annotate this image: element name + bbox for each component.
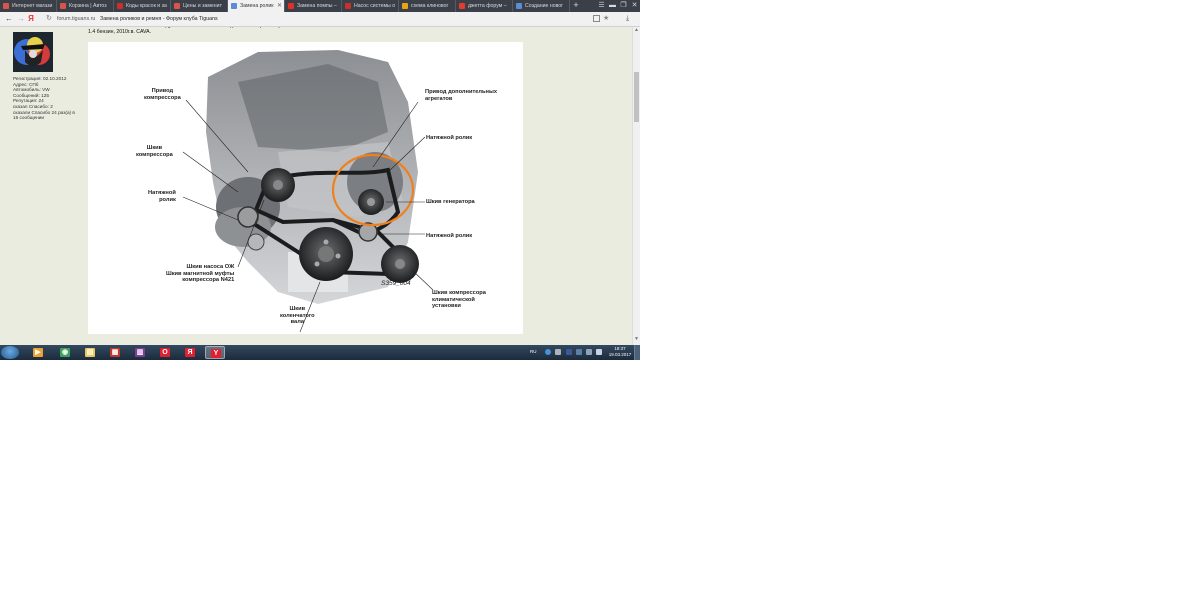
taskbar-app-media[interactable]: ▶ <box>28 346 48 359</box>
yandex-2-icon: Y <box>211 349 221 358</box>
engine-belt-diagram: Привод компрессора Привод дополнительных а… <box>88 42 523 334</box>
close-tab-icon[interactable]: ✕ <box>277 0 282 12</box>
label-generator-pulley: Шкив генератора <box>426 199 475 205</box>
tray-app-icon[interactable] <box>555 349 561 355</box>
bookmark-star-icon[interactable]: ★ <box>603 13 609 25</box>
taskbar-app-yandex-1[interactable]: Я <box>180 346 200 359</box>
tab-favicon-icon <box>459 3 465 9</box>
opera-icon: O <box>160 348 170 357</box>
taskbar-app-opera[interactable]: O <box>155 346 175 359</box>
close-window-button[interactable]: ✕ <box>629 0 640 12</box>
tab-label: Насос системы о <box>354 3 396 9</box>
tab-favicon-icon <box>231 3 237 9</box>
tray-icon[interactable] <box>576 349 582 355</box>
winrar-icon: ▥ <box>135 348 145 357</box>
tab-3[interactable]: Цены и заменит <box>171 0 228 12</box>
tab-favicon-icon <box>516 3 522 9</box>
post-text: натяжных? Связаны ли они между собой мех… <box>88 27 598 35</box>
post-text-line: 1.4 бензин, 2010г.в. CAVA. <box>88 29 152 35</box>
back-button[interactable]: ← <box>3 13 15 25</box>
label-ac-pulley: Шкив компрессора климатической установки <box>432 290 486 310</box>
reload-icon[interactable]: ↻ <box>44 13 54 25</box>
tab-favicon-icon <box>402 3 408 9</box>
label-tensioner-left: Натяжной ролик <box>148 190 176 203</box>
url-text[interactable]: forum.tiguans.ru <box>57 15 95 23</box>
downloads-icon[interactable]: ⤓ <box>626 13 629 25</box>
label-compressor-pulley: Шкив компрессора <box>136 145 173 158</box>
network-icon[interactable] <box>545 349 551 355</box>
taskbar-app-explorer[interactable]: ◉ <box>55 346 75 359</box>
tab-2[interactable]: Коды красок и за <box>114 0 171 12</box>
tab-5[interactable]: Замена помпы – <box>285 0 342 12</box>
tab-favicon-icon <box>288 3 294 9</box>
tab-label: Создание новог <box>525 3 564 9</box>
yandex-1-icon: Я <box>185 348 195 357</box>
screen: Интернет магази Корзина | Автоз Коды красо… <box>0 0 640 360</box>
label-aux-drive: Привод дополнительных агрегатов <box>425 89 497 102</box>
taskbar-app-winrar[interactable]: ▥ <box>130 346 150 359</box>
label-tensioner-lower: Натяжной ролик <box>426 233 473 239</box>
user-info: Регистрация: 02.10.2012 Адрес: СПб Автомоб… <box>13 76 75 121</box>
start-button[interactable] <box>1 346 19 359</box>
tab-0[interactable]: Интернет магази <box>0 0 57 12</box>
address-bar: ← → Я ↻ forum.tiguans.ru Замена роликов … <box>0 12 640 27</box>
tab-label: Коды красок и за <box>126 3 167 9</box>
user-info-line: Регистрация: 02.10.2012 <box>13 76 67 81</box>
tab-label: джетта форум – <box>468 3 507 9</box>
taskbar-app-yandex-2[interactable]: Y <box>205 346 225 359</box>
page-title[interactable]: Замена роликов и ремня - Форум клуба Tig… <box>100 15 218 23</box>
tab-label: Цены и заменит <box>183 3 222 9</box>
label-compressor-drive: Привод компрессора <box>144 88 181 101</box>
browser-tab-bar: Интернет магази Корзина | Автоз Коды красо… <box>0 0 640 12</box>
taskbar-app-app4[interactable]: ▦ <box>105 346 125 359</box>
tab-favicon-icon <box>117 3 123 9</box>
media-icon: ▶ <box>33 348 43 357</box>
user-info-line: 16 сообщении <box>13 115 45 121</box>
tab-4[interactable]: Замена ролик ✕ <box>228 0 285 12</box>
menu-button[interactable]: ☰ <box>596 0 607 12</box>
tab-label: Замена ролик <box>240 3 274 9</box>
taskbar: ▶ ◉ ▤ ▦ ▥ O Я Y <box>0 345 640 360</box>
label-pump-pulley: Шкив насоса ОЖ Шкив магнитной муфты компре… <box>166 264 235 284</box>
folder-icon: ▤ <box>85 348 95 357</box>
show-desktop-button[interactable] <box>634 345 640 360</box>
scroll-up-icon[interactable]: ▲ <box>634 27 639 33</box>
taskbar-app-folder[interactable]: ▤ <box>80 346 100 359</box>
diagram-code: S359_004 <box>381 280 411 287</box>
language-indicator[interactable]: RU <box>530 349 537 354</box>
tab-1[interactable]: Корзина | Автоз <box>57 0 114 12</box>
tab-7[interactable]: схема клиновог <box>399 0 456 12</box>
tab-label: схема клиновог <box>411 3 449 9</box>
scroll-down-icon[interactable]: ▼ <box>634 336 639 342</box>
scroll-thumb[interactable] <box>634 72 639 122</box>
tab-9[interactable]: Создание новог <box>513 0 570 12</box>
tab-favicon-icon <box>60 3 66 9</box>
facebook-icon[interactable] <box>566 349 572 355</box>
tab-favicon-icon <box>345 3 351 9</box>
reader-mode-icon[interactable] <box>593 15 600 22</box>
tab-8[interactable]: джетта форум – <box>456 0 513 12</box>
clock-time[interactable]: 18:37 <box>608 346 632 351</box>
yandex-logo-icon[interactable]: Я <box>26 13 36 25</box>
page-content: Регистрация: 02.10.2012 Адрес: СПб Автомоб… <box>0 27 632 345</box>
vertical-scrollbar[interactable]: ▲ ▼ <box>632 27 640 345</box>
minimize-button[interactable]: ▬ <box>607 0 618 12</box>
tab-favicon-icon <box>174 3 180 9</box>
tab-favicon-icon <box>3 3 9 9</box>
volume-icon[interactable] <box>596 349 602 355</box>
app4-icon: ▦ <box>110 348 120 357</box>
avatar[interactable] <box>13 32 53 72</box>
tab-label: Корзина | Автоз <box>69 3 107 9</box>
signal-icon[interactable] <box>586 349 592 355</box>
new-tab-button[interactable]: + <box>571 0 581 12</box>
clock-date[interactable]: 19.03.2017 <box>608 352 632 357</box>
tab-6[interactable]: Насос системы о <box>342 0 399 12</box>
label-crank-pulley: Шкив коленчатого вала <box>280 306 315 326</box>
tab-label: Замена помпы – <box>297 3 337 9</box>
tab-label: Интернет магази <box>12 3 53 9</box>
explorer-icon: ◉ <box>60 348 70 357</box>
restore-button[interactable]: ❐ <box>618 0 629 12</box>
label-tensioner-top: Натяжной ролик <box>426 135 473 141</box>
